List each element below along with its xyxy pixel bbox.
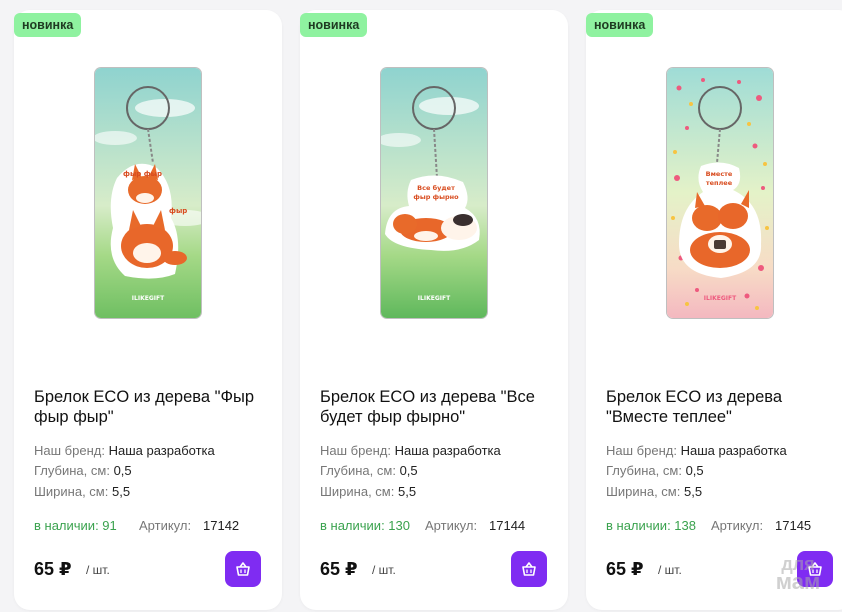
basket-icon xyxy=(522,562,536,576)
brand-value: Наша разработка xyxy=(680,443,787,458)
svg-text:фыр: фыр xyxy=(169,207,187,215)
basket-icon xyxy=(236,562,250,576)
new-badge: новинка xyxy=(14,13,82,37)
keychain-illustration: Все будет фыр фырно ILIKEGIFT xyxy=(381,68,487,318)
price: 65 ₽ xyxy=(34,559,72,579)
keychain-illustration: фыр фыр фыр ILIKEGIFT xyxy=(95,68,201,318)
product-image[interactable]: Вместе теплее ILIKEGIFT xyxy=(667,68,773,318)
product-image[interactable]: Все будет фыр фырно ILIKEGIFT xyxy=(381,68,487,318)
product-image[interactable]: фыр фыр фыр ILIKEGIFT xyxy=(95,68,201,318)
sku-label: Артикул: xyxy=(139,518,192,533)
new-badge: новинка xyxy=(586,13,654,37)
product-card[interactable]: новинка Все будет фыр фырно ILIKEGIFT Бр… xyxy=(300,10,568,610)
width-spec: Ширина, см: 5,5 xyxy=(34,484,130,499)
price-unit: / шт. xyxy=(658,563,682,577)
depth-label: Глубина, см: xyxy=(320,463,396,478)
keychain-illustration: Вместе теплее ILIKEGIFT xyxy=(667,68,773,318)
product-title[interactable]: Брелок ECO из дерева "Все будет фыр фырн… xyxy=(320,387,560,427)
price-unit: / шт. xyxy=(372,563,396,577)
svg-text:фыр фырно: фыр фырно xyxy=(413,193,459,201)
stock-status: в наличии: 138 xyxy=(606,518,696,533)
svg-text:ILIKEGIFT: ILIKEGIFT xyxy=(704,295,737,302)
sku-value: 17145 xyxy=(775,518,812,533)
brand-spec: Наш бренд: Наша разработка xyxy=(34,443,215,458)
width-value: 5,5 xyxy=(683,484,703,499)
add-to-cart-button[interactable] xyxy=(225,551,261,587)
depth-value: 0,5 xyxy=(685,463,704,478)
sku-label: Артикул: xyxy=(711,518,764,533)
brand-spec: Наш бренд: Наша разработка xyxy=(320,443,501,458)
svg-text:фыр фыр: фыр фыр xyxy=(123,170,162,178)
depth-spec: Глубина, см: 0,5 xyxy=(606,463,704,478)
depth-value: 0,5 xyxy=(113,463,132,478)
brand-label: Наш бренд: xyxy=(34,443,105,458)
new-badge: новинка xyxy=(300,13,368,37)
width-spec: Ширина, см: 5,5 xyxy=(320,484,416,499)
width-label: Ширина, см: xyxy=(34,484,109,499)
depth-spec: Глубина, см: 0,5 xyxy=(34,463,132,478)
svg-text:Вместе: Вместе xyxy=(706,170,733,178)
stock-status: в наличии: 91 xyxy=(34,518,117,533)
depth-value: 0,5 xyxy=(399,463,418,478)
svg-text:ILIKEGIFT: ILIKEGIFT xyxy=(418,295,451,302)
price-unit: / шт. xyxy=(86,563,110,577)
brand-value: Наша разработка xyxy=(394,443,501,458)
watermark: для мам xyxy=(758,555,838,594)
depth-spec: Глубина, см: 0,5 xyxy=(320,463,418,478)
depth-label: Глубина, см: xyxy=(34,463,110,478)
sku-value: 17144 xyxy=(489,518,526,533)
brand-spec: Наш бренд: Наша разработка xyxy=(606,443,787,458)
svg-text:Все будет: Все будет xyxy=(417,184,455,192)
product-title[interactable]: Брелок ECO из дерева "Вместе теплее" xyxy=(606,387,842,427)
product-title[interactable]: Брелок ECO из дерева "Фыр фыр фыр" xyxy=(34,387,274,427)
watermark-line-2: мам xyxy=(775,569,821,594)
sku-label: Артикул: xyxy=(425,518,478,533)
depth-label: Глубина, см: xyxy=(606,463,682,478)
price: 65 ₽ xyxy=(606,559,644,579)
brand-label: Наш бренд: xyxy=(320,443,391,458)
price: 65 ₽ xyxy=(320,559,358,579)
width-label: Ширина, см: xyxy=(320,484,395,499)
svg-text:ILIKEGIFT: ILIKEGIFT xyxy=(132,295,165,302)
product-card[interactable]: новинка xyxy=(14,10,282,610)
sku-value: 17142 xyxy=(203,518,240,533)
width-label: Ширина, см: xyxy=(606,484,681,499)
stock-status: в наличии: 130 xyxy=(320,518,410,533)
width-spec: Ширина, см: 5,5 xyxy=(606,484,702,499)
add-to-cart-button[interactable] xyxy=(511,551,547,587)
product-card[interactable]: новинка xyxy=(586,10,842,610)
width-value: 5,5 xyxy=(397,484,417,499)
width-value: 5,5 xyxy=(111,484,131,499)
svg-text:теплее: теплее xyxy=(706,179,733,187)
brand-value: Наша разработка xyxy=(108,443,215,458)
brand-label: Наш бренд: xyxy=(606,443,677,458)
